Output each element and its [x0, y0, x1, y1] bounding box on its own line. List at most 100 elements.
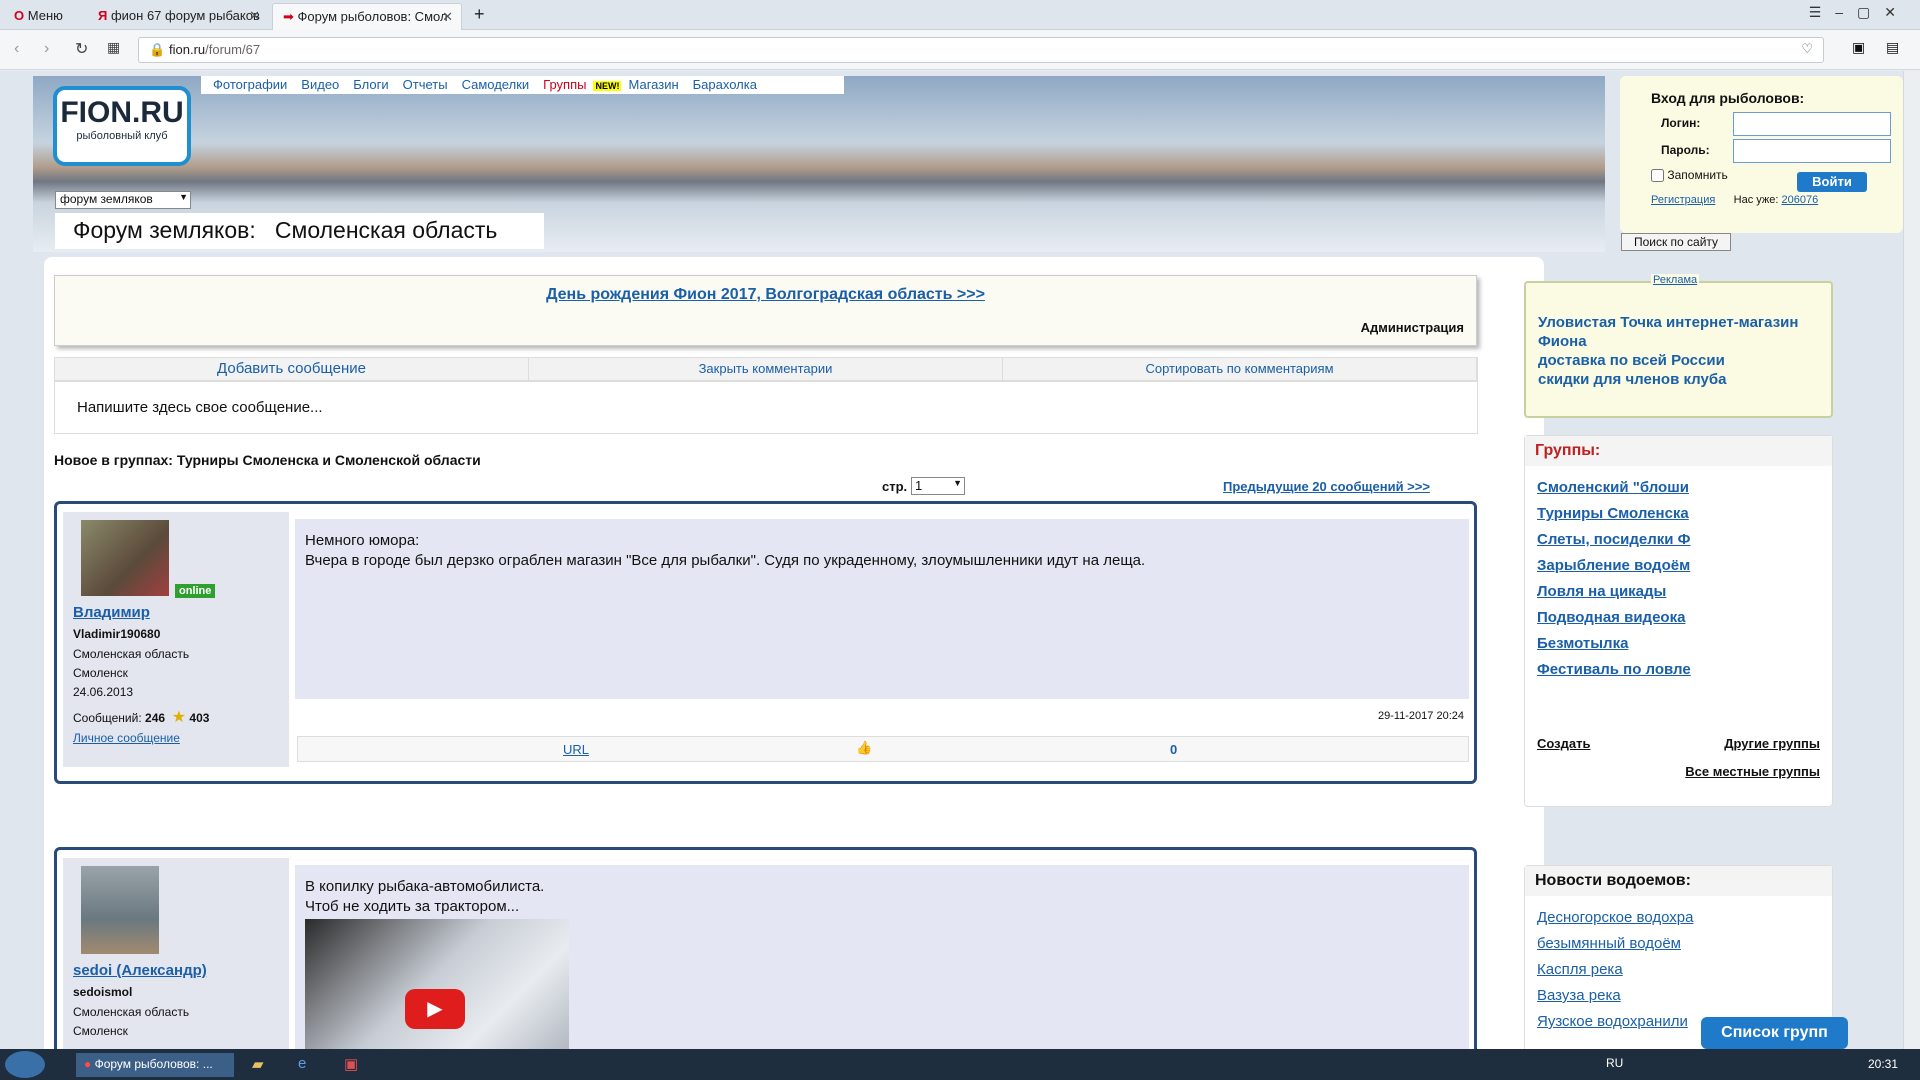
- task-label: Форум рыболовов: ...: [94, 1057, 213, 1071]
- group-ticker[interactable]: Новое в группах: Турниры Смоленска и Смо…: [54, 452, 1484, 476]
- ad-line: скидки для членов клуба: [1538, 371, 1727, 388]
- ad-label[interactable]: Реклама: [1651, 274, 1700, 286]
- nav-groups[interactable]: Группы: [543, 77, 586, 92]
- window-controls[interactable]: ☰–▢✕: [1809, 4, 1910, 21]
- site-header: FION.RU рыболовный клуб Фотографии Видео Бл…: [33, 76, 1605, 252]
- avatar[interactable]: [81, 520, 169, 596]
- avatar[interactable]: [81, 866, 159, 954]
- password-input[interactable]: [1733, 139, 1891, 163]
- news-link[interactable]: Десногорское водохра: [1537, 909, 1820, 926]
- opera-menu-button[interactable]: O Меню: [4, 3, 84, 30]
- prev-messages-link[interactable]: Предыдущие 20 сообщений >>>: [1223, 479, 1430, 494]
- logo-text: FION.RU: [60, 96, 184, 129]
- add-message-button[interactable]: Добавить сообщение: [55, 358, 529, 380]
- news-link[interactable]: Каспля река: [1537, 961, 1820, 978]
- heart-icon[interactable]: ♡: [1801, 41, 1813, 57]
- group-link[interactable]: Подводная видеока: [1537, 609, 1820, 626]
- close-icon[interactable]: ✕: [249, 8, 260, 24]
- chevron-down-icon: ▼: [179, 192, 188, 202]
- scrollbar[interactable]: [1903, 71, 1920, 1049]
- news-link[interactable]: Вазуза река: [1537, 987, 1820, 1004]
- reload-icon[interactable]: ↻: [75, 39, 88, 59]
- taskbar-task-browser[interactable]: ● Форум рыболовов: ...: [76, 1053, 234, 1077]
- group-link[interactable]: Турниры Смоленска: [1537, 505, 1820, 522]
- group-link[interactable]: Ловля на цикады: [1537, 583, 1820, 600]
- search-site-button[interactable]: Поиск по сайту: [1621, 233, 1731, 251]
- language-indicator[interactable]: RU: [1606, 1056, 1623, 1070]
- group-link[interactable]: Безмотылка: [1537, 635, 1820, 652]
- forum-title: Форум земляков: Смоленская область: [55, 213, 544, 249]
- nav-reports[interactable]: Отчеты: [403, 77, 448, 92]
- opera-icon: ●: [84, 1057, 92, 1071]
- tab-title: фион 67 форум рыбаков: [110, 8, 260, 23]
- remember-checkbox[interactable]: [1651, 169, 1664, 183]
- post-author-panel: sedoi (Александр) sedoismol Смоленская о…: [63, 858, 289, 1049]
- download-icon[interactable]: ▤: [1886, 39, 1899, 56]
- url-field[interactable]: 🔒 fion.ru/forum/67 ♡: [138, 37, 1824, 63]
- author-name[interactable]: Владимир: [73, 604, 279, 621]
- nav-flea-market[interactable]: Барахолка: [693, 77, 757, 92]
- all-local-groups-link[interactable]: Все местные группы: [1685, 764, 1820, 779]
- announcement-link[interactable]: День рождения Фион 2017, Волгоградская о…: [55, 286, 1476, 304]
- members-count[interactable]: 206076: [1782, 194, 1819, 206]
- login-input[interactable]: [1733, 112, 1891, 136]
- author-login: sedoismol: [73, 985, 133, 999]
- chevron-down-icon: ▼: [953, 478, 962, 488]
- post-text-line: Вчера в городе был дерзко ограблен магаз…: [305, 552, 1146, 569]
- nav-blogs[interactable]: Блоги: [353, 77, 388, 92]
- fion-favicon-icon: ➡: [283, 9, 294, 24]
- post-url-link[interactable]: URL: [563, 742, 589, 757]
- speed-dial-icon[interactable]: ▦: [107, 39, 120, 56]
- author-name[interactable]: sedoi (Александр): [73, 962, 279, 979]
- online-badge: online: [175, 584, 216, 598]
- nav-shop[interactable]: Магазин: [628, 77, 678, 92]
- sort-comments-button[interactable]: Сортировать по комментариям: [1003, 358, 1477, 380]
- url-path: /forum/67: [205, 42, 261, 57]
- other-groups-link[interactable]: Другие группы: [1724, 736, 1820, 751]
- login-button[interactable]: Войти: [1797, 172, 1867, 192]
- password-label: Пароль:: [1661, 143, 1710, 157]
- logo-subtitle: рыболовный клуб: [76, 130, 168, 142]
- news-link[interactable]: безымянный водоём: [1537, 935, 1820, 952]
- group-link[interactable]: Слеты, посиделки Ф: [1537, 531, 1820, 548]
- app-icon[interactable]: ▣: [344, 1055, 358, 1073]
- extension-icon[interactable]: ▣: [1852, 39, 1865, 56]
- groups-title: Группы:: [1525, 436, 1832, 466]
- ie-icon[interactable]: e: [298, 1055, 306, 1072]
- create-group-link[interactable]: Создать: [1537, 736, 1590, 751]
- tab-search[interactable]: Я фион 67 форум рыбаков ✕: [88, 3, 268, 30]
- groups-list-button[interactable]: Список групп: [1701, 1017, 1848, 1049]
- forum-title-prefix: Форум земляков:: [73, 217, 256, 243]
- login-label: Логин:: [1661, 116, 1701, 130]
- video-player[interactable]: ▶: [305, 919, 569, 1049]
- message-input[interactable]: Напишите здесь свое сообщение...: [54, 381, 1478, 434]
- nav-photos[interactable]: Фотографии: [213, 77, 287, 92]
- site-logo[interactable]: FION.RU рыболовный клуб: [53, 86, 191, 166]
- private-message-link[interactable]: Личное сообщение: [73, 731, 279, 745]
- forum-select[interactable]: форум земляков ▼: [55, 191, 191, 209]
- ad-text[interactable]: Уловистая Точка интернет-магазин Фиона д…: [1526, 283, 1831, 389]
- group-link[interactable]: Зарыбление водоём: [1537, 557, 1820, 574]
- new-tab-button[interactable]: +: [466, 3, 496, 30]
- forum-title-region: Смоленская область: [274, 217, 498, 243]
- start-button[interactable]: [5, 1051, 45, 1078]
- folder-icon[interactable]: ▰: [252, 1055, 264, 1073]
- tab-forum[interactable]: ➡ Форум рыболовов: Смол ✕: [272, 3, 462, 30]
- announcement-author: Администрация: [1360, 320, 1464, 335]
- forward-icon[interactable]: ›: [44, 40, 49, 58]
- nav-diy[interactable]: Самоделки: [462, 77, 530, 92]
- register-link[interactable]: Регистрация: [1651, 194, 1715, 206]
- page-select[interactable]: 1 ▼: [911, 477, 965, 495]
- star-icon: ★: [171, 709, 187, 726]
- thumbs-up-icon[interactable]: 👍: [856, 740, 872, 756]
- group-link[interactable]: Смоленский "блоши: [1537, 479, 1820, 496]
- ad-box: Реклама Уловистая Точка интернет-магазин…: [1524, 274, 1833, 418]
- group-link[interactable]: Фестиваль по ловле: [1537, 661, 1820, 678]
- play-button-icon[interactable]: ▶: [405, 989, 465, 1029]
- like-count: 0: [1170, 742, 1178, 757]
- nav-video[interactable]: Видео: [301, 77, 339, 92]
- news-title: Новости водоемов:: [1525, 866, 1832, 896]
- back-icon[interactable]: ‹: [14, 40, 19, 58]
- close-comments-button[interactable]: Закрыть комментарии: [529, 358, 1003, 380]
- close-icon[interactable]: ✕: [442, 9, 453, 25]
